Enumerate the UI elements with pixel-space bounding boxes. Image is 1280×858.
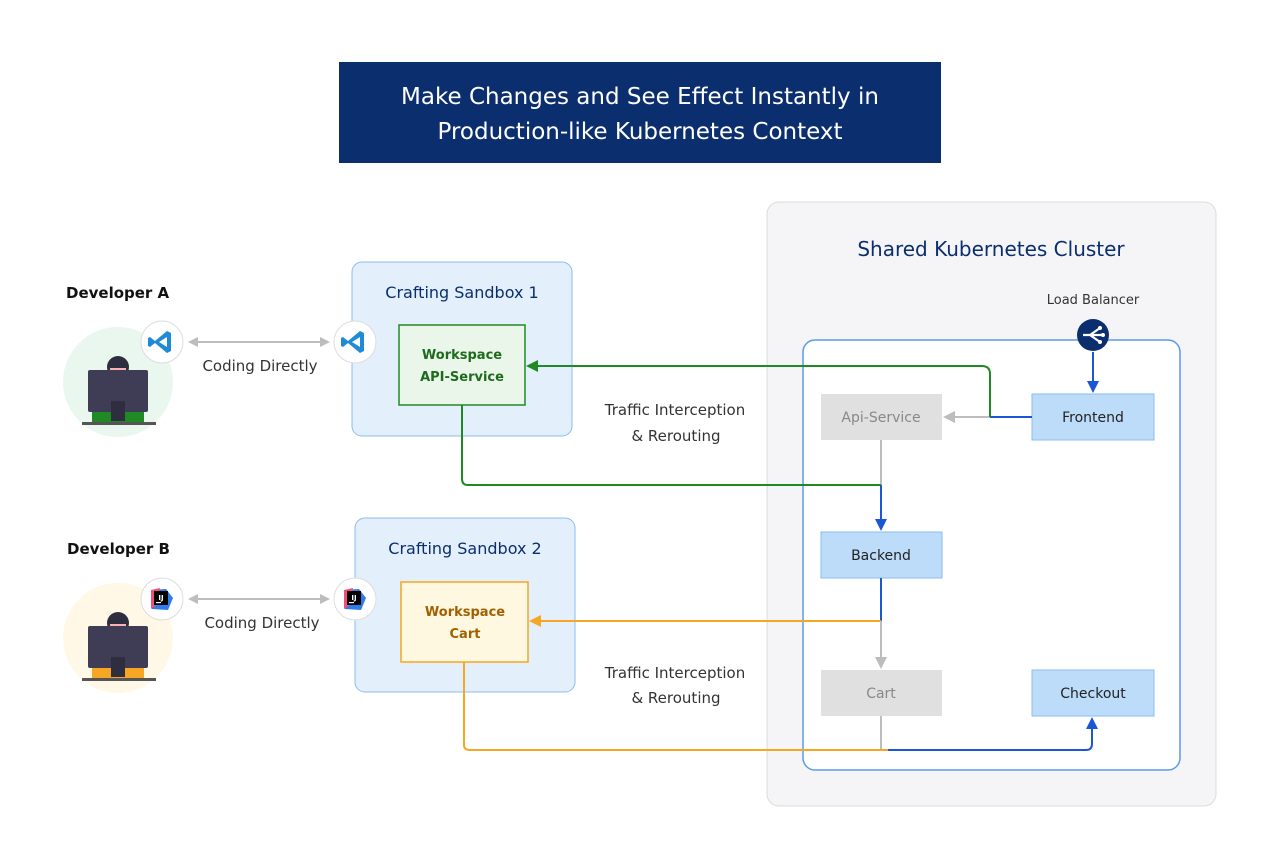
workspace-api-service bbox=[398, 324, 526, 406]
workspace-2-service: Cart bbox=[450, 627, 481, 642]
backend-label: Backend bbox=[851, 548, 911, 564]
checkout-label: Checkout bbox=[1060, 686, 1126, 702]
intellij-badge-text: IJ bbox=[351, 594, 356, 602]
cluster-title: Shared Kubernetes Cluster bbox=[857, 237, 1125, 261]
coding-directly-a-label: Coding Directly bbox=[202, 357, 317, 375]
traffic-label-2-line-2: & Rerouting bbox=[631, 689, 720, 707]
developer-b: Developer B Coding Directly IJ IJ bbox=[63, 540, 377, 693]
load-balancer-icon bbox=[1077, 319, 1109, 351]
workspace-2-label: Workspace bbox=[425, 605, 505, 620]
title-line-2: Production-like Kubernetes Context bbox=[437, 119, 842, 145]
diagram: Make Changes and See Effect Instantly in… bbox=[63, 62, 1217, 807]
developer-b-label: Developer B bbox=[67, 540, 170, 558]
workspace-cart bbox=[400, 581, 529, 663]
service-cart: Cart bbox=[821, 670, 942, 716]
vscode-icon bbox=[333, 320, 377, 364]
intellij-icon: IJ bbox=[333, 577, 377, 621]
coding-directly-b-label: Coding Directly bbox=[204, 614, 319, 632]
intellij-icon: IJ bbox=[140, 577, 184, 621]
service-backend: Backend bbox=[820, 531, 943, 579]
developer-a: Developer A Coding Directly bbox=[63, 284, 377, 437]
load-balancer-label: Load Balancer bbox=[1047, 293, 1140, 308]
frontend-label: Frontend bbox=[1062, 410, 1124, 426]
title-banner: Make Changes and See Effect Instantly in… bbox=[339, 62, 941, 163]
service-api: Api-Service bbox=[821, 394, 942, 440]
developer-a-label: Developer A bbox=[66, 284, 170, 302]
sandbox-2-title: Crafting Sandbox 2 bbox=[388, 539, 541, 558]
traffic-label-2-line-1: Traffic Interception bbox=[604, 664, 745, 682]
service-checkout: Checkout bbox=[1031, 669, 1155, 717]
title-line-1: Make Changes and See Effect Instantly in bbox=[401, 84, 879, 110]
service-frontend: Frontend bbox=[1031, 393, 1155, 441]
intellij-badge-text: IJ bbox=[158, 594, 163, 602]
cart-label: Cart bbox=[866, 686, 896, 702]
sandbox-1-title: Crafting Sandbox 1 bbox=[385, 283, 538, 302]
workspace-1-label: Workspace bbox=[422, 348, 502, 363]
traffic-labels: Traffic Interception & Rerouting Traffic… bbox=[604, 401, 745, 707]
api-service-label: Api-Service bbox=[841, 410, 920, 426]
vscode-icon bbox=[140, 320, 184, 364]
traffic-label-1-line-1: Traffic Interception bbox=[604, 401, 745, 419]
workspace-1-service: API-Service bbox=[420, 370, 504, 385]
traffic-label-1-line-2: & Rerouting bbox=[631, 427, 720, 445]
